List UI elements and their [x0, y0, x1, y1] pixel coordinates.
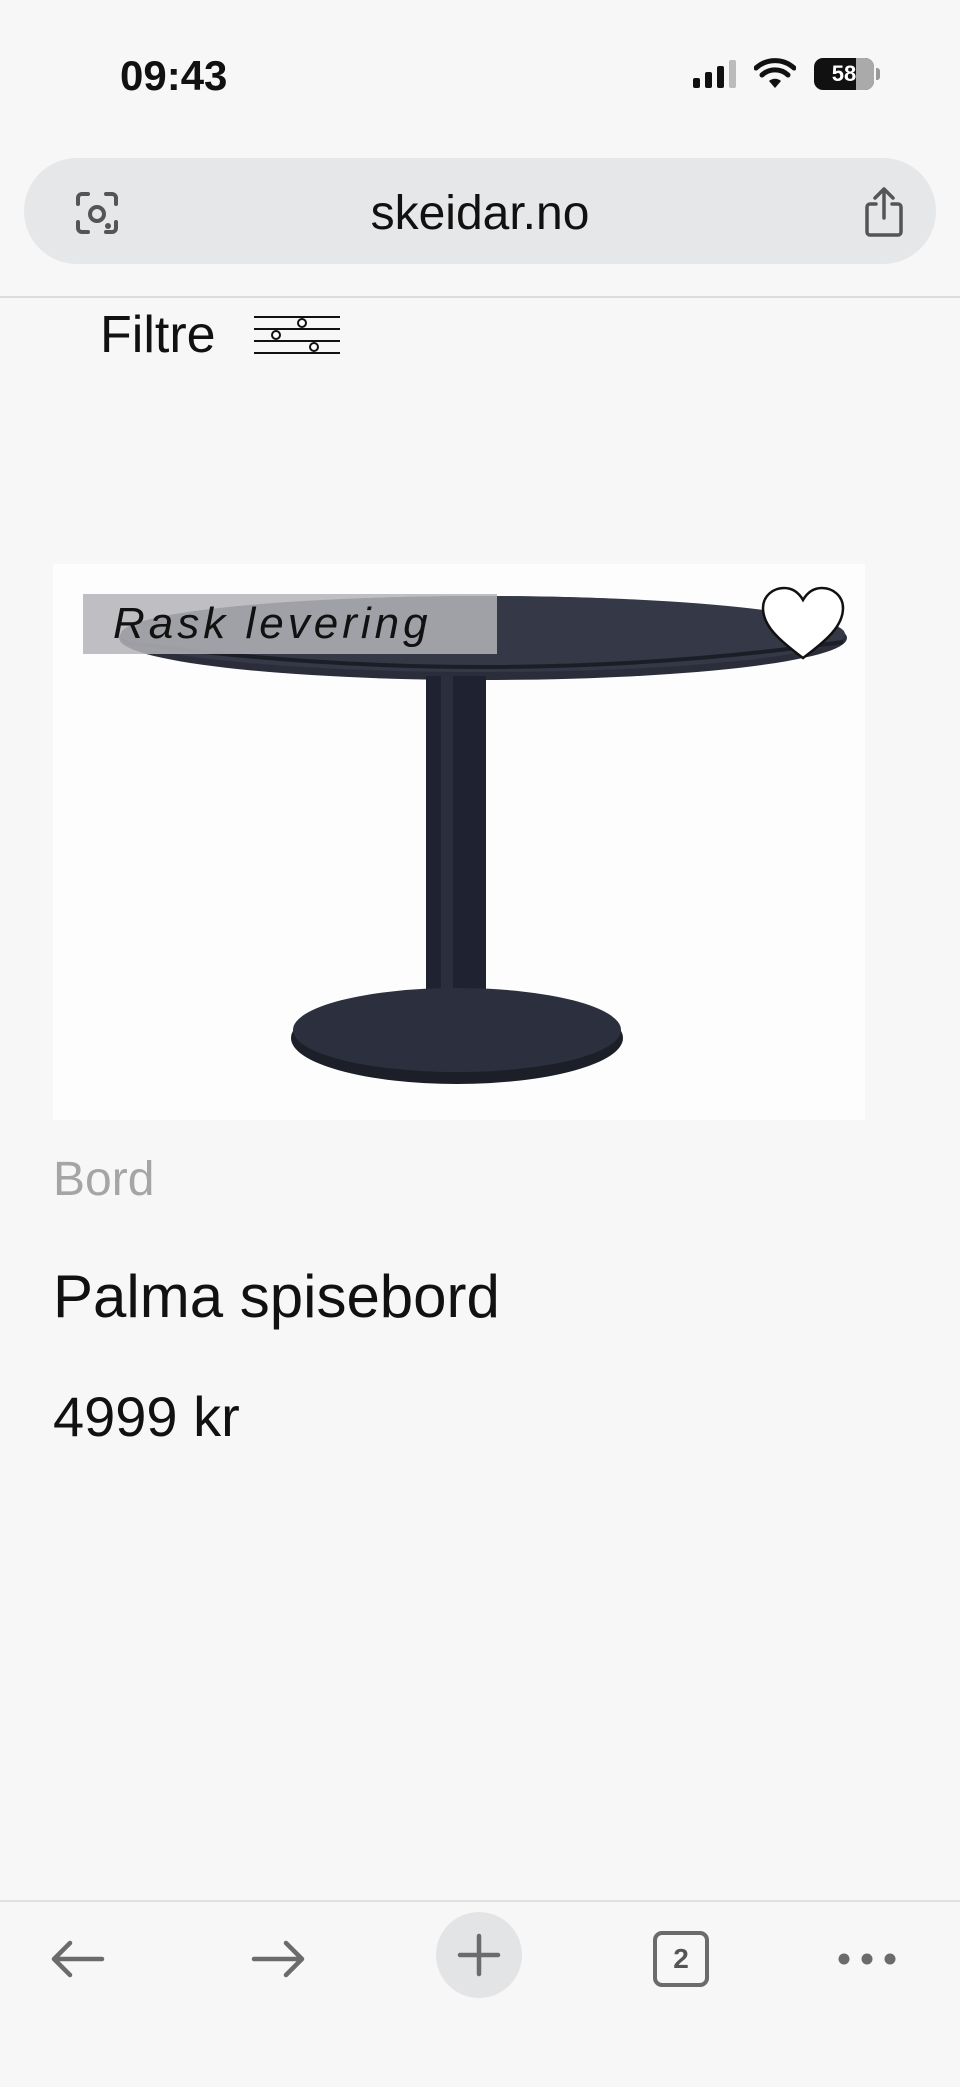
cellular-signal-icon [693, 60, 736, 88]
battery-level: 58 [831, 61, 857, 86]
browser-toolbar: 2 [0, 1900, 960, 2087]
forward-button[interactable] [234, 1914, 324, 2004]
filter-label: Filtre [100, 306, 216, 364]
header-divider [0, 296, 960, 298]
product-image[interactable]: Rask levering [53, 564, 865, 1120]
product-price: 4999 kr [53, 1385, 240, 1448]
fast-delivery-badge: Rask levering [83, 594, 497, 654]
arrow-right-icon [251, 1940, 305, 1978]
heart-icon[interactable] [759, 584, 847, 664]
ellipsis-icon [838, 1953, 896, 1965]
tab-count: 2 [653, 1931, 709, 1987]
more-button[interactable] [822, 1914, 912, 2004]
status-bar: 09:43 58 [0, 0, 960, 150]
filter-button[interactable]: Filtre [100, 300, 340, 370]
back-button[interactable] [32, 1914, 122, 2004]
share-icon[interactable] [860, 186, 908, 238]
battery-icon: 58 [814, 58, 880, 90]
status-time: 09:43 [120, 52, 228, 99]
address-bar[interactable]: skeidar.no [24, 158, 936, 264]
url-text[interactable]: skeidar.no [24, 186, 936, 241]
sliders-icon [253, 316, 340, 354]
product-category: Bord [53, 1153, 155, 1206]
plus-icon [457, 1933, 501, 1977]
tabs-button[interactable]: 2 [636, 1914, 726, 2004]
new-tab-button[interactable] [436, 1912, 522, 1998]
arrow-left-icon [51, 1940, 105, 1978]
status-icons: 58 [693, 58, 880, 90]
wifi-icon [754, 58, 796, 88]
product-name[interactable]: Palma spisebord [53, 1262, 500, 1331]
